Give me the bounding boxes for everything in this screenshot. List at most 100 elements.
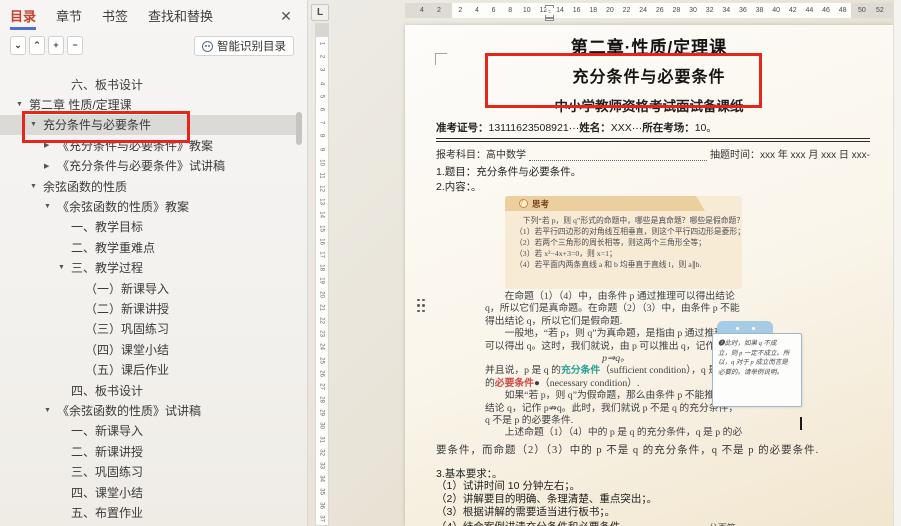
vruler-number: 3 — [315, 64, 328, 76]
tree-item[interactable]: （三）巩固练习 — [0, 319, 296, 339]
tree-arrow-icon[interactable]: ▶ — [44, 162, 57, 170]
tree-item[interactable]: 一、教学目标 — [0, 217, 296, 237]
tab-stop-selector[interactable]: L — [311, 4, 329, 21]
tree-arrow-icon[interactable]: ▼ — [30, 183, 43, 190]
scan-line: 的必要条件●（necessary condition）. — [485, 378, 747, 390]
think-box-line: （3）若 x²−4x+3=0，则 x=1； — [515, 248, 738, 259]
collapse-all-button[interactable]: ⌄ — [10, 36, 26, 55]
zoom-out-button[interactable]: − — [67, 36, 83, 55]
tree-item[interactable]: 二、新课讲授 — [0, 441, 296, 461]
hruler-number: 40 — [768, 3, 785, 18]
hruler-number: 26 — [652, 3, 669, 18]
vruler-number: 8 — [315, 130, 328, 142]
tree-item[interactable]: 五、布置作业 — [0, 502, 296, 522]
note-line: 必要的。请举例说明。 — [718, 368, 797, 378]
hruler-number: 2 — [452, 3, 469, 18]
annotation-box-sidebar — [22, 111, 190, 143]
horizontal-ruler: 4 2 246810121416182022242628303234363840… — [405, 3, 901, 18]
close-icon[interactable]: ✕ — [277, 7, 295, 25]
tree-item[interactable]: 二、教学重难点 — [0, 237, 296, 257]
hruler-number: 42 — [785, 3, 802, 18]
hruler-number: 20 — [602, 3, 619, 18]
scan-line: 可以得出 q。这时，我们就说，由 p 可以推出 q，记作 — [485, 341, 747, 353]
think-box-line: 下列“若 p，则 q”形式的命题中，哪些是真命题？哪些是假命题？ — [515, 215, 738, 226]
scan-line: 并且说，p 是 q 的充分条件（sufficient condition），q … — [485, 365, 747, 377]
candidate-info-line: 准考证号：13111623508921···姓名：XXX···所在考场：10。 — [436, 120, 717, 135]
tree-item[interactable]: （二）新课讲授 — [0, 298, 296, 318]
hruler-number: 52 — [876, 3, 884, 18]
vruler-number: 36 — [315, 499, 328, 511]
necessary-condition-term: 必要条件 — [495, 378, 534, 389]
tree-arrow-icon[interactable]: ▼ — [44, 203, 57, 210]
vruler-number: 22 — [315, 315, 328, 327]
scan-line: q 不是 p 的必要条件. — [485, 415, 747, 427]
vruler-number: 1 — [315, 38, 328, 50]
hruler-number: 30 — [685, 3, 702, 18]
vruler-number: 30 — [315, 420, 328, 432]
sufficient-condition-term: 充分条件 — [561, 365, 600, 376]
vruler-number: 9 — [315, 143, 328, 155]
tree-item[interactable]: ▼ 《余弦函数的性质》教案 — [0, 196, 296, 216]
sidebar-scrollbar-thumb[interactable] — [296, 112, 302, 145]
vruler-number: 7 — [315, 117, 328, 129]
vruler-number: 20 — [315, 288, 328, 300]
panel-tab[interactable]: 书签 — [102, 6, 128, 30]
document-page[interactable]: 第二章·性质/定理课 充分条件与必要条件 中小学教师资格考试面试备课纸 准考证号… — [405, 25, 893, 526]
hruler-number: 24 — [635, 3, 652, 18]
textbook-paragraphs: 在命题（1）（4）中，由条件 p 通过推理可以得出结论q，所以它们是真命题。在命… — [485, 291, 747, 440]
tree-item[interactable]: 六、板书设计 — [0, 74, 296, 94]
left-indent-marker[interactable] — [545, 18, 554, 21]
vruler-number: 14 — [315, 209, 328, 221]
requirement-line: （2）讲解要目的明确、条理清楚、重点突出；。 — [436, 493, 657, 506]
vertical-ruler: 1234567891011121314151617181920212223242… — [315, 23, 329, 526]
tree-item[interactable]: （四）课堂小结 — [0, 339, 296, 359]
hruler-number: 38 — [751, 3, 768, 18]
annotation-box-title — [485, 53, 762, 108]
vruler-number: 5 — [315, 90, 328, 102]
zoom-in-button[interactable]: + — [48, 36, 64, 55]
tree-arrow-icon[interactable]: ▼ — [58, 264, 71, 271]
object-drag-handle[interactable] — [416, 297, 426, 314]
hruler-number: 14 — [552, 3, 569, 18]
tree-arrow-icon[interactable]: ▼ — [16, 101, 29, 108]
think-box-line: （4）若平面内两条直线 a 和 b 均垂直于直线 l，则 a∥b. — [515, 259, 738, 270]
tree-arrow-icon[interactable]: ▼ — [44, 407, 57, 414]
scan-line: 在命题（1）（4）中，由条件 p 通过推理可以得出结论 — [485, 291, 747, 303]
panel-toolbar: ⌄ ⌃ + − 智能识别目录 — [0, 36, 308, 60]
window-scrollbar[interactable] — [893, 0, 901, 526]
vruler-number: 34 — [315, 473, 328, 485]
tree-item[interactable]: ▶ 《充分条件与必要条件》试讲稿 — [0, 156, 296, 176]
vruler-number: 24 — [315, 341, 328, 353]
vruler-number: 6 — [315, 104, 328, 116]
tree-item[interactable]: 三、巩固练习 — [0, 461, 296, 481]
hruler-number: 44 — [801, 3, 818, 18]
document-workspace: L 12345678910111213141516171819202122232… — [308, 0, 901, 526]
panel-tab[interactable]: 目录 — [10, 6, 36, 30]
expand-all-button[interactable]: ⌃ — [29, 36, 45, 55]
scan-line: q，所以它们是真命题。在命题（2）（3）中，由条件 p 不能 — [485, 303, 747, 315]
panel-tabs: 目录章节书签查找和替换 — [10, 6, 213, 30]
outline-panel: 目录章节书签查找和替换 ✕ ⌄ ⌃ + − 智能识别目录 六、板书设计 ▼ 第二… — [0, 0, 308, 526]
double-rule — [436, 138, 870, 142]
tree-item[interactable]: 一、新课导入 — [0, 421, 296, 441]
requirement-line: （1）试讲时间 10 分钟左右；。 — [436, 480, 657, 493]
tree-item[interactable]: ▼ 《余弦函数的性质》试讲稿 — [0, 400, 296, 420]
tree-item[interactable]: （一）新课导入 — [0, 278, 296, 298]
vruler-number: 17 — [315, 249, 328, 261]
vruler-number: 27 — [315, 380, 328, 392]
smart-recognize-toc-button[interactable]: 智能识别目录 — [194, 36, 294, 56]
hruler-number: 50 — [858, 3, 866, 18]
tree-item[interactable]: 四、课堂小结 — [0, 482, 296, 502]
dotted-leader — [529, 153, 707, 161]
tree-item[interactable]: （五）课后作业 — [0, 359, 296, 379]
vruler-number: 12 — [315, 183, 328, 195]
panel-tab[interactable]: 查找和替换 — [148, 6, 213, 30]
vruler-number: 15 — [315, 222, 328, 234]
hruler-number: 2 — [437, 3, 441, 18]
tree-item[interactable]: ▼ 余弦函数的性质 — [0, 176, 296, 196]
tree-item[interactable]: ▼ 三、教学过程 — [0, 258, 296, 278]
requirements-title: 3.基本要求：。 — [436, 466, 503, 481]
requirement-line: （3）根据讲解的需要适当进行板书；。 — [436, 506, 657, 519]
panel-tab[interactable]: 章节 — [56, 6, 82, 30]
tree-item[interactable]: 四、板书设计 — [0, 380, 296, 400]
